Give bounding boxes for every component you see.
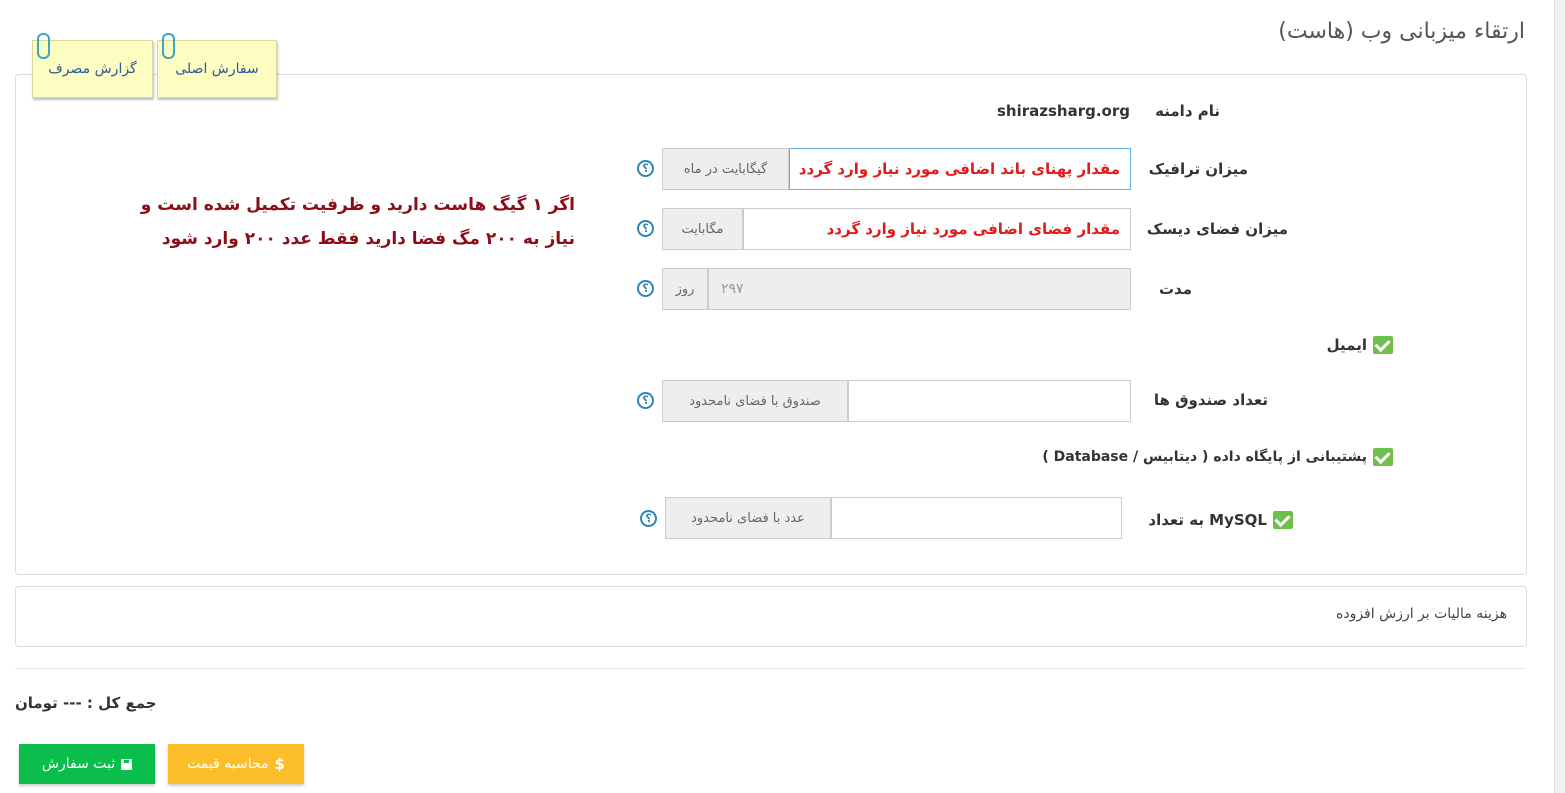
mysql-input[interactable] <box>831 497 1122 539</box>
tab-main-order-label: سفارش اصلی <box>175 61 259 77</box>
tax-box <box>15 586 1527 647</box>
database-label: پشتیبانی از پایگاه داده ( دیتابیس / Data… <box>1042 449 1367 465</box>
total-summary: جمع کل : --- تومان <box>15 694 157 712</box>
duration-label: مدت <box>1158 280 1192 298</box>
duration-unit: روز <box>662 268 708 310</box>
email-checkbox[interactable] <box>1373 336 1393 354</box>
paperclip-icon <box>162 33 175 59</box>
mysql-checkbox[interactable] <box>1273 511 1293 529</box>
dollar-icon: $ <box>274 755 285 773</box>
total-value: --- <box>63 694 82 712</box>
duration-input-group: روز ۲۹۷ <box>662 268 1131 310</box>
instruction-annotation: اگر ۱ گیگ هاست دارید و ظرفیت تکمیل شده ا… <box>55 188 575 256</box>
disk-input-value: مقدار فضای اضافی مورد نیاز وارد گردد <box>826 220 1120 238</box>
mysql-label: MySQL به تعداد <box>1148 511 1267 529</box>
scrollbar[interactable] <box>1554 0 1565 793</box>
floppy-disk-icon <box>121 758 133 770</box>
tab-main-order[interactable]: سفارش اصلی <box>157 33 277 98</box>
traffic-label: میزان ترافیک <box>1148 160 1248 178</box>
traffic-unit: گیگابایت در ماه <box>662 148 789 190</box>
paperclip-icon <box>37 33 50 59</box>
page-title: ارتقاء میزبانی وب (هاست) <box>1278 18 1525 44</box>
traffic-help-icon[interactable]: ؟ <box>637 160 654 177</box>
mysql-unit: عدد با فضای نامحدود <box>665 497 831 539</box>
mailboxes-input-group: صندوق با فضای نامحدود <box>662 380 1131 422</box>
domain-value: shirazsharg.org <box>996 102 1130 120</box>
mailboxes-help-icon[interactable]: ؟ <box>637 392 654 409</box>
mysql-help-icon[interactable]: ؟ <box>640 510 657 527</box>
submit-order-button[interactable]: ثبت سفارش <box>19 744 155 784</box>
mailboxes-label: تعداد صندوق ها <box>1153 391 1268 409</box>
tab-usage-report-label: گزارش مصرف <box>48 61 137 77</box>
traffic-input-group: گیگابایت در ماه مقدار پهنای باند اضافی م… <box>662 148 1131 190</box>
tab-usage-report[interactable]: گزارش مصرف <box>32 33 153 98</box>
tax-label: هزینه مالیات بر ارزش افزوده <box>1336 606 1507 622</box>
database-option: پشتیبانی از پایگاه داده ( دیتابیس / Data… <box>1042 448 1393 466</box>
disk-label: میزان فضای دیسک <box>1146 220 1288 238</box>
database-checkbox[interactable] <box>1373 448 1393 466</box>
calculate-price-button[interactable]: $ محاسبه قیمت <box>168 744 304 784</box>
total-currency: تومان <box>15 694 58 712</box>
mailboxes-unit: صندوق با فضای نامحدود <box>662 380 848 422</box>
traffic-input-value: مقدار پهنای باند اضافی مورد نیاز وارد گر… <box>798 160 1120 178</box>
divider <box>15 668 1525 669</box>
email-option: ایمیل <box>1327 336 1393 354</box>
total-label: جمع کل : <box>86 694 157 712</box>
annotation-line-2: نیاز به ۲۰۰ مگ فضا دارید فقط عدد ۲۰۰ وار… <box>161 229 575 249</box>
annotation-line-1: اگر ۱ گیگ هاست دارید و ظرفیت تکمیل شده ا… <box>140 195 575 215</box>
disk-help-icon[interactable]: ؟ <box>637 220 654 237</box>
disk-unit: مگابایت <box>662 208 743 250</box>
disk-input-group: مگابایت مقدار فضای اضافی مورد نیاز وارد … <box>662 208 1131 250</box>
disk-input[interactable]: مقدار فضای اضافی مورد نیاز وارد گردد <box>743 208 1131 250</box>
calculate-price-label: محاسبه قیمت <box>187 756 269 772</box>
submit-order-label: ثبت سفارش <box>41 756 116 772</box>
duration-help-icon[interactable]: ؟ <box>637 280 654 297</box>
duration-input: ۲۹۷ <box>708 268 1131 310</box>
mailboxes-input[interactable] <box>848 380 1131 422</box>
email-label: ایمیل <box>1326 336 1367 354</box>
mysql-option: MySQL به تعداد <box>1148 511 1293 529</box>
traffic-input[interactable]: مقدار پهنای باند اضافی مورد نیاز وارد گر… <box>789 148 1131 190</box>
duration-input-value: ۲۹۷ <box>721 281 744 297</box>
domain-label: نام دامنه <box>1155 102 1220 120</box>
mysql-input-group: عدد با فضای نامحدود <box>665 497 1122 539</box>
